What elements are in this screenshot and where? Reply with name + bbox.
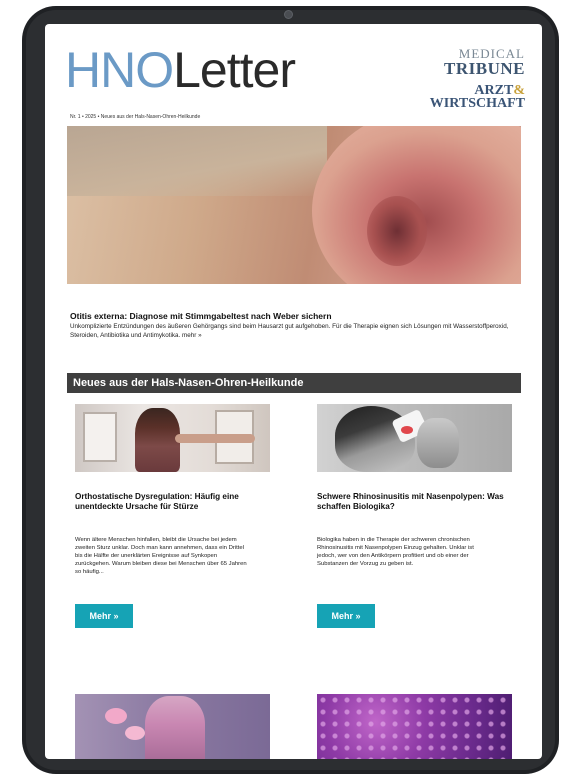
article-title[interactable]: Orthostatische Dysregulation: Häufig ein…	[75, 492, 270, 512]
camera-icon	[284, 10, 293, 19]
hero-image-ear[interactable]	[67, 126, 521, 284]
thumb-cells	[317, 694, 512, 759]
hero-ear-canal	[367, 196, 427, 266]
thumb-torso	[145, 696, 205, 759]
newsletter-screen: HNOLetter MEDICAL TRIBUNE ARZT& WIRTSCHA…	[45, 24, 542, 759]
article-teaser: Wenn ältere Menschen hinfallen, bleibt d…	[75, 537, 247, 575]
medical-tribune-logo[interactable]: MEDICAL TRIBUNE	[444, 47, 525, 78]
lead-more-link[interactable]: mehr »	[182, 332, 202, 339]
hero-hair	[67, 126, 327, 196]
masthead-hno: HNO	[65, 42, 174, 98]
lead-article-body: Unkomplizierte Entzündungen des äußeren …	[70, 323, 509, 339]
mehr-button[interactable]: Mehr »	[317, 604, 375, 628]
issue-line: Nr. 1 • 2025 • Neues aus der Hals-Nasen-…	[70, 114, 201, 120]
article-teaser: Biologika haben in die Therapie der schw…	[317, 537, 474, 567]
thumb-person	[135, 408, 180, 472]
arzt-wirtschaft-line2: WIRTSCHAFT	[429, 96, 525, 111]
thumb-arm	[175, 434, 255, 443]
thumb-hand	[417, 418, 459, 468]
masthead-letter: Letter	[173, 42, 296, 98]
arzt-wirtschaft-logo[interactable]: ARZT& WIRTSCHAFT	[430, 84, 525, 111]
article-thumbnail-anatomy[interactable]	[75, 694, 270, 759]
mehr-button[interactable]: Mehr »	[75, 604, 133, 628]
thumb-nose-red	[401, 426, 413, 434]
thumb-organ	[105, 708, 127, 724]
article-title[interactable]: Schwere Rhinosinusitis mit Nasenpolypen:…	[317, 492, 512, 512]
article-thumbnail-nose[interactable]	[317, 404, 512, 472]
thumb-window-left	[83, 412, 117, 462]
article-thumbnail-fall[interactable]	[75, 404, 270, 472]
section-header: Neues aus der Hals-Nasen-Ohren-Heilkunde	[67, 373, 521, 393]
lead-article-text: Unkomplizierte Entzündungen des äußeren …	[70, 323, 510, 340]
thumb-organ	[125, 726, 145, 740]
article-thumbnail-histology[interactable]	[317, 694, 512, 759]
medical-tribune-line2: TRIBUNE	[444, 59, 525, 78]
section-title: Neues aus der Hals-Nasen-Ohren-Heilkunde	[73, 377, 304, 389]
lead-article-title[interactable]: Otitis externa: Diagnose mit Stimmgabelt…	[70, 311, 332, 321]
masthead-logo: HNOLetter	[65, 40, 296, 100]
